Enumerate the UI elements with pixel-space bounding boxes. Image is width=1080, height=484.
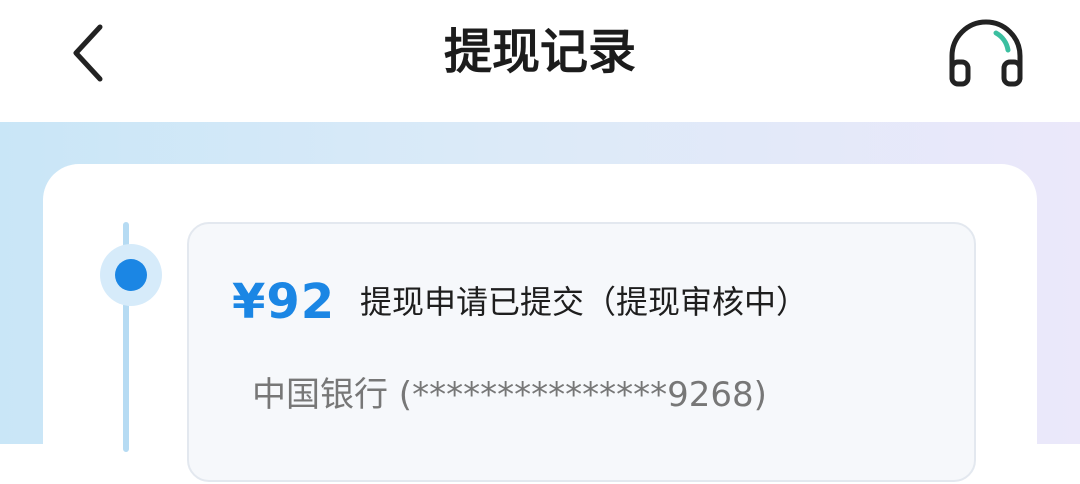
withdrawal-record-item[interactable] [187,222,976,482]
headphones-icon [949,19,1023,87]
customer-service-button[interactable] [936,4,1036,104]
top-nav-bar: 提现记录 [0,0,1080,122]
timeline-node [115,259,147,291]
page-title: 提现记录 [443,24,636,80]
withdrawal-status: 提现申请已提交（提现审核中） [360,283,809,321]
bank-account: 中国银行 (***************9268) [252,375,767,415]
withdrawal-amount: ¥92 [232,274,336,330]
